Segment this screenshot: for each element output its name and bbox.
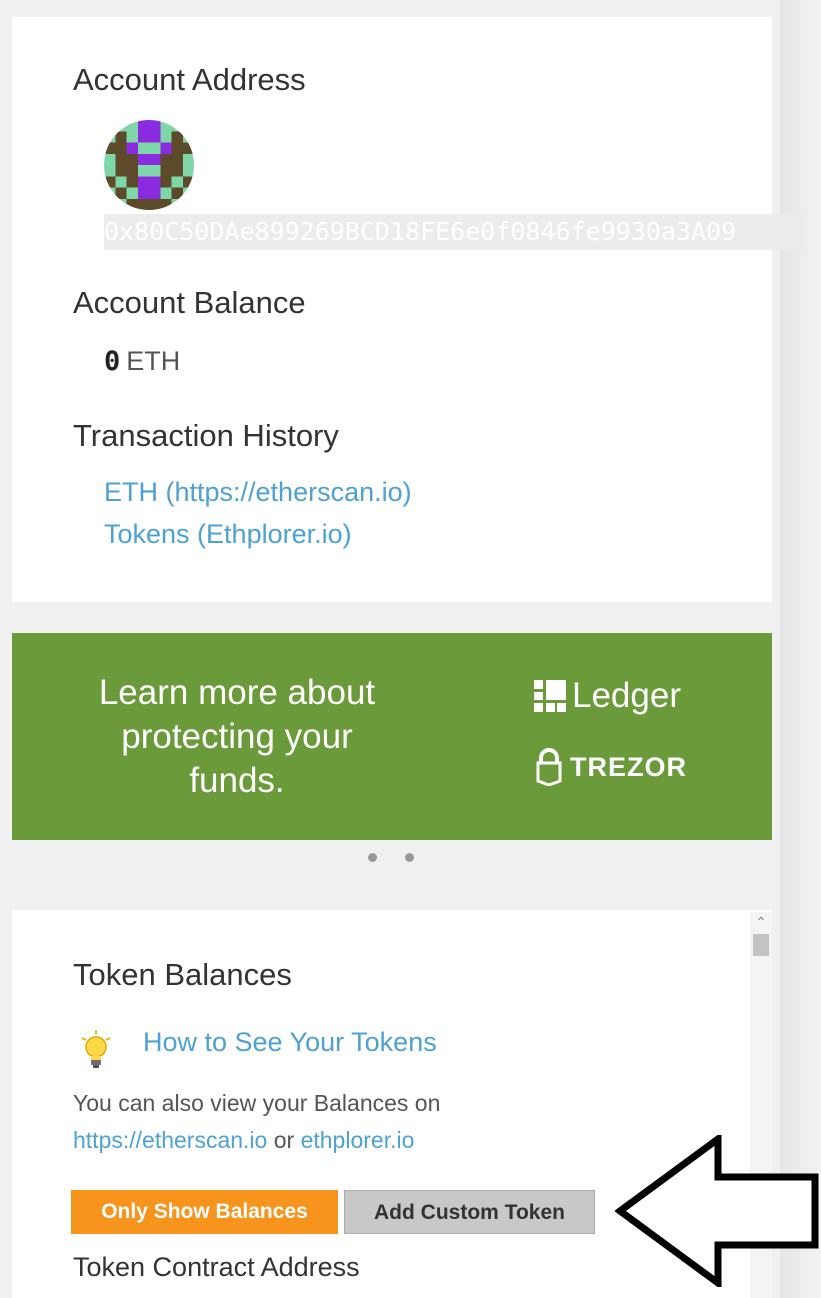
identicon-avatar: [104, 120, 194, 210]
account-address-heading: Account Address: [73, 62, 306, 97]
or-text: or: [273, 1127, 295, 1153]
account-balance: 0 ETH: [104, 346, 180, 377]
eth-history-link[interactable]: ETH (https://etherscan.io): [104, 477, 412, 508]
token-balances-heading: Token Balances: [73, 957, 292, 992]
account-address-value[interactable]: 0x80C50DAe899269BCD18FE6e0f0846fe9930a3A…: [104, 214, 804, 250]
ledger-logo: Ledger: [534, 676, 681, 716]
etherscan-link[interactable]: https://etherscan.io: [73, 1127, 267, 1153]
hardware-wallet-banner[interactable]: Learn more about protecting your funds.: [12, 633, 772, 840]
trezor-lock-icon: [536, 748, 562, 786]
banner-text: Learn more about protecting your funds.: [98, 673, 376, 800]
trezor-label: TREZOR: [570, 751, 687, 782]
arrow-pointer-icon: [615, 1135, 819, 1287]
how-to-see-tokens-link[interactable]: How to See Your Tokens: [143, 1027, 437, 1058]
transaction-history-heading: Transaction History: [73, 418, 339, 453]
token-info-line1: You can also view your Balances on: [73, 1090, 441, 1116]
trezor-logo: TREZOR: [536, 748, 687, 786]
carousel-dot-1[interactable]: [368, 853, 377, 862]
scroll-up-icon[interactable]: ⌃: [750, 912, 772, 932]
carousel-dot-2[interactable]: [405, 853, 414, 862]
token-contract-address-label: Token Contract Address: [73, 1252, 360, 1282]
balance-unit: ETH: [126, 346, 181, 376]
page-gutter: [780, 0, 821, 1298]
balance-value: 0: [104, 346, 121, 377]
ledger-icon: [534, 680, 566, 712]
account-balance-heading: Account Balance: [73, 285, 306, 320]
ethplorer-link[interactable]: ethplorer.io: [301, 1127, 415, 1153]
token-history-link[interactable]: Tokens (Ethplorer.io): [104, 519, 352, 550]
lightbulb-icon: [81, 1030, 111, 1068]
only-show-balances-button[interactable]: Only Show Balances: [71, 1190, 338, 1234]
scroll-thumb[interactable]: [753, 934, 769, 956]
token-info-line2: https://etherscan.io or ethplorer.io: [73, 1127, 414, 1154]
add-custom-token-button[interactable]: Add Custom Token: [344, 1190, 595, 1234]
ledger-label: Ledger: [572, 676, 681, 715]
